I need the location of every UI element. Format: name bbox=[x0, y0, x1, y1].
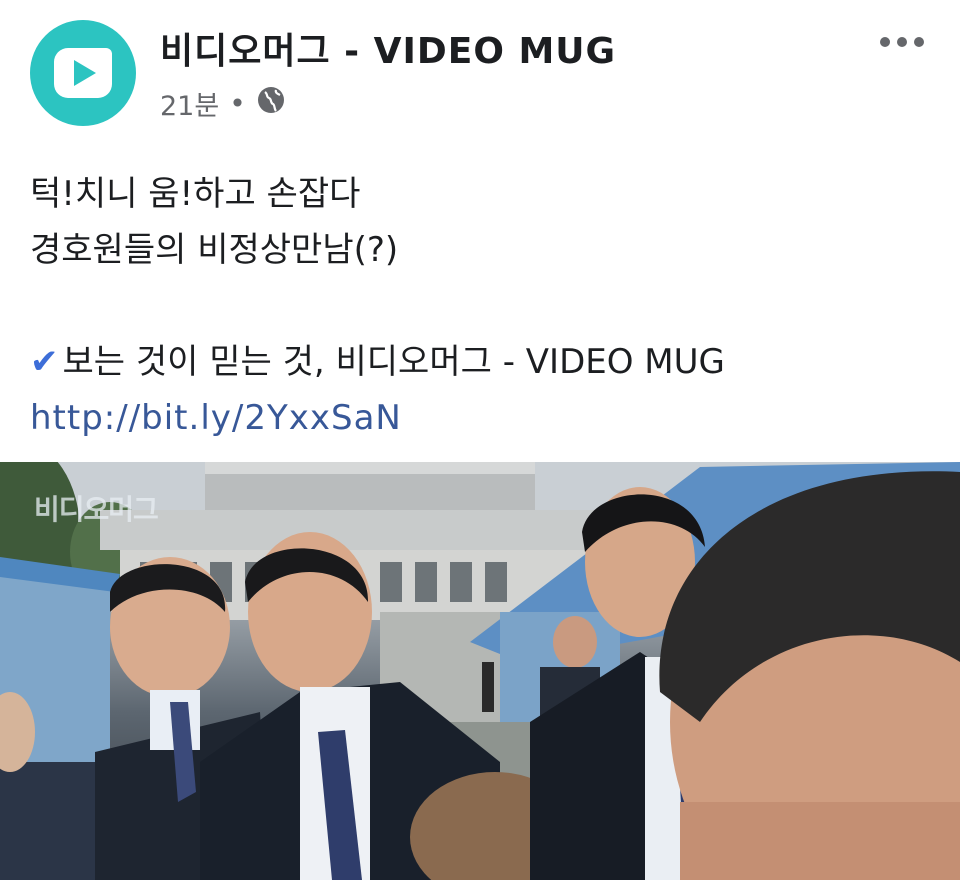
checkmark-icon: ✔ bbox=[30, 342, 59, 382]
more-options-button[interactable] bbox=[874, 24, 930, 60]
post-link[interactable]: http://bit.ly/2YxxSaN bbox=[30, 398, 402, 438]
video-watermark: 비디오머그 bbox=[34, 493, 159, 526]
post-text-line-2: 경호원들의 비정상만남(?) bbox=[30, 230, 399, 270]
page-name[interactable]: 비디오머그 - VIDEO MUG bbox=[160, 22, 616, 74]
post-meta: 21분 • bbox=[160, 84, 286, 123]
post-time[interactable]: 21분 bbox=[160, 84, 219, 123]
post-text: 턱!치니 움!하고 손잡다 경호원들의 비정상만남(?) ✔ 보는 것이 믿는 것… bbox=[30, 166, 930, 446]
meta-separator: • bbox=[229, 86, 246, 120]
post-tagline: ✔ 보는 것이 믿는 것, 비디오머그 - VIDEO MUG bbox=[30, 334, 930, 390]
tagline-text: 보는 것이 믿는 것, 비디오머그 - VIDEO MUG bbox=[62, 342, 725, 382]
more-dots-icon bbox=[880, 37, 924, 47]
post-header: 비디오머그 - VIDEO MUG 21분 • bbox=[0, 0, 960, 140]
post-text-line-1: 턱!치니 움!하고 손잡다 bbox=[30, 174, 361, 214]
page-avatar[interactable] bbox=[30, 20, 136, 126]
play-logo-icon bbox=[54, 48, 112, 98]
globe-icon bbox=[256, 85, 286, 122]
video-thumbnail[interactable]: 비디오머그 bbox=[0, 462, 960, 880]
